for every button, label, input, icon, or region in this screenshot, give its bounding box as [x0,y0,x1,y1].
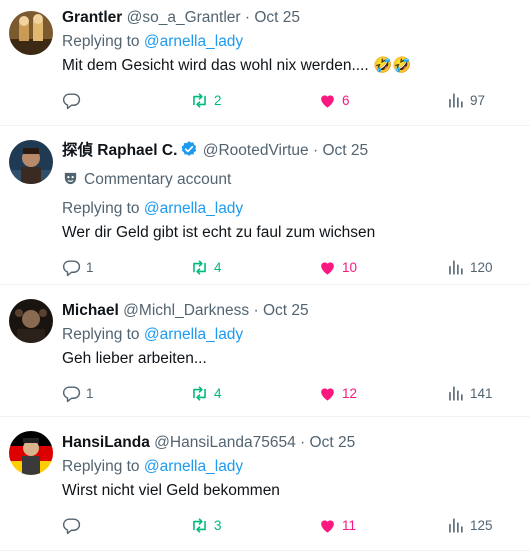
replying-to-label: Replying to [62,33,144,50]
like-icon [318,91,337,110]
like-icon [318,258,337,277]
retweet-button[interactable]: 4 [190,383,222,403]
views-icon [446,91,465,110]
retweet-count: 4 [214,259,222,275]
like-button[interactable]: 10 [318,257,357,277]
timestamp[interactable]: Oct 25 [263,302,309,319]
avatar[interactable] [9,140,53,184]
views-count: 120 [470,259,493,275]
replying-to-label: Replying to [62,458,144,475]
verified-badge-icon [180,140,198,164]
tweet-grantler[interactable]: Grantler @so_a_Grantler · Oct 25 Replyin… [0,0,530,126]
replying-to-line: Replying to @arnella_lady [62,325,518,345]
tweet-text: Wirst nicht viel Geld bekommen [62,482,280,499]
separator: · [308,142,323,159]
retweet-icon [190,516,209,535]
reply-button[interactable]: 1 [62,257,94,277]
handle[interactable]: @RootedVirtue [203,142,309,159]
action-bar: 1 4 10 120 [62,257,518,277]
timestamp[interactable]: Oct 25 [310,434,356,451]
like-count: 10 [342,259,358,275]
reply-icon [62,384,81,403]
replying-to-line: Replying to @arnella_lady [62,199,518,219]
views-button[interactable]: 97 [446,90,485,110]
commentary-label-line: Commentary account [62,170,518,193]
views-count: 97 [470,92,486,108]
action-bar: 3 11 125 [62,515,518,535]
tweet-raphael[interactable]: 探偵 Raphael C. @RootedVirtue · Oct 25 Com… [0,126,530,285]
tweet-header: Grantler @so_a_Grantler · Oct 25 [62,8,518,28]
display-name[interactable]: Grantler [62,9,122,26]
reply-button[interactable] [62,90,86,110]
retweet-icon [190,258,209,277]
views-icon [446,258,465,277]
views-icon [446,384,465,403]
replying-to-link[interactable]: @arnella_lady [144,458,243,475]
reply-button[interactable]: 1 [62,383,94,403]
tweet-header: 探偵 Raphael C. @RootedVirtue · Oct 25 [62,140,518,164]
reply-icon [62,258,81,277]
tweet-text: Mit dem Gesicht wird das wohl nix werden… [62,57,412,74]
tweet-text: Wer dir Geld gibt ist echt zu faul zum w… [62,224,376,241]
replying-to-label: Replying to [62,326,144,343]
views-button[interactable]: 120 [446,257,493,277]
views-button[interactable]: 125 [446,515,493,535]
like-count: 12 [342,385,358,401]
display-name[interactable]: 探偵 Raphael C. [62,142,177,159]
reply-icon [62,516,81,535]
retweet-button[interactable]: 4 [190,257,222,277]
commentary-account-label: Commentary account [84,171,232,188]
like-count: 6 [342,92,350,108]
action-bar: 1 4 12 141 [62,383,518,403]
commentary-mask-icon [62,170,79,193]
views-button[interactable]: 141 [446,383,493,403]
tweet-michael[interactable]: Michael @Michl_Darkness · Oct 25 Replyin… [0,285,530,417]
like-icon [318,516,337,535]
display-name[interactable]: HansiLanda [62,434,150,451]
tweet-hansilanda[interactable]: HansiLanda @HansiLanda75654 · Oct 25 Rep… [0,417,530,551]
like-count: 11 [342,517,357,533]
like-icon [318,384,337,403]
tweet-text: Geh lieber arbeiten... [62,350,207,367]
replying-to-line: Replying to @arnella_lady [62,457,518,477]
retweet-button[interactable]: 3 [190,515,222,535]
reply-feed: Grantler @so_a_Grantler · Oct 25 Replyin… [0,0,530,551]
handle[interactable]: @Michl_Darkness [123,302,249,319]
handle[interactable]: @so_a_Grantler [127,9,241,26]
views-count: 141 [470,385,493,401]
reply-icon [62,91,81,110]
tweet-header: Michael @Michl_Darkness · Oct 25 [62,301,518,321]
reply-count: 1 [86,259,94,275]
replying-to-link[interactable]: @arnella_lady [144,200,243,217]
reply-count: 1 [86,385,94,401]
retweet-count: 4 [214,385,222,401]
timestamp[interactable]: Oct 25 [322,142,368,159]
separator: · [295,434,310,451]
replying-to-label: Replying to [62,200,144,217]
avatar[interactable] [9,11,53,55]
like-button[interactable]: 6 [318,90,350,110]
separator: · [240,9,255,26]
like-button[interactable]: 12 [318,383,357,403]
avatar[interactable] [9,299,53,343]
tweet-header: HansiLanda @HansiLanda75654 · Oct 25 [62,433,518,453]
like-button[interactable]: 11 [318,515,356,535]
retweet-count: 3 [214,517,222,533]
avatar[interactable] [9,431,53,475]
replying-to-line: Replying to @arnella_lady [62,32,518,52]
handle[interactable]: @HansiLanda75654 [154,434,296,451]
retweet-icon [190,384,209,403]
retweet-count: 2 [214,92,222,108]
retweet-button[interactable]: 2 [190,90,222,110]
reply-button[interactable] [62,515,86,535]
display-name[interactable]: Michael [62,302,119,319]
replying-to-link[interactable]: @arnella_lady [144,326,243,343]
views-count: 125 [470,517,493,533]
separator: · [249,302,263,319]
retweet-icon [190,91,209,110]
timestamp[interactable]: Oct 25 [254,9,300,26]
action-bar: 2 6 97 [62,90,518,110]
views-icon [446,516,465,535]
replying-to-link[interactable]: @arnella_lady [144,33,243,50]
